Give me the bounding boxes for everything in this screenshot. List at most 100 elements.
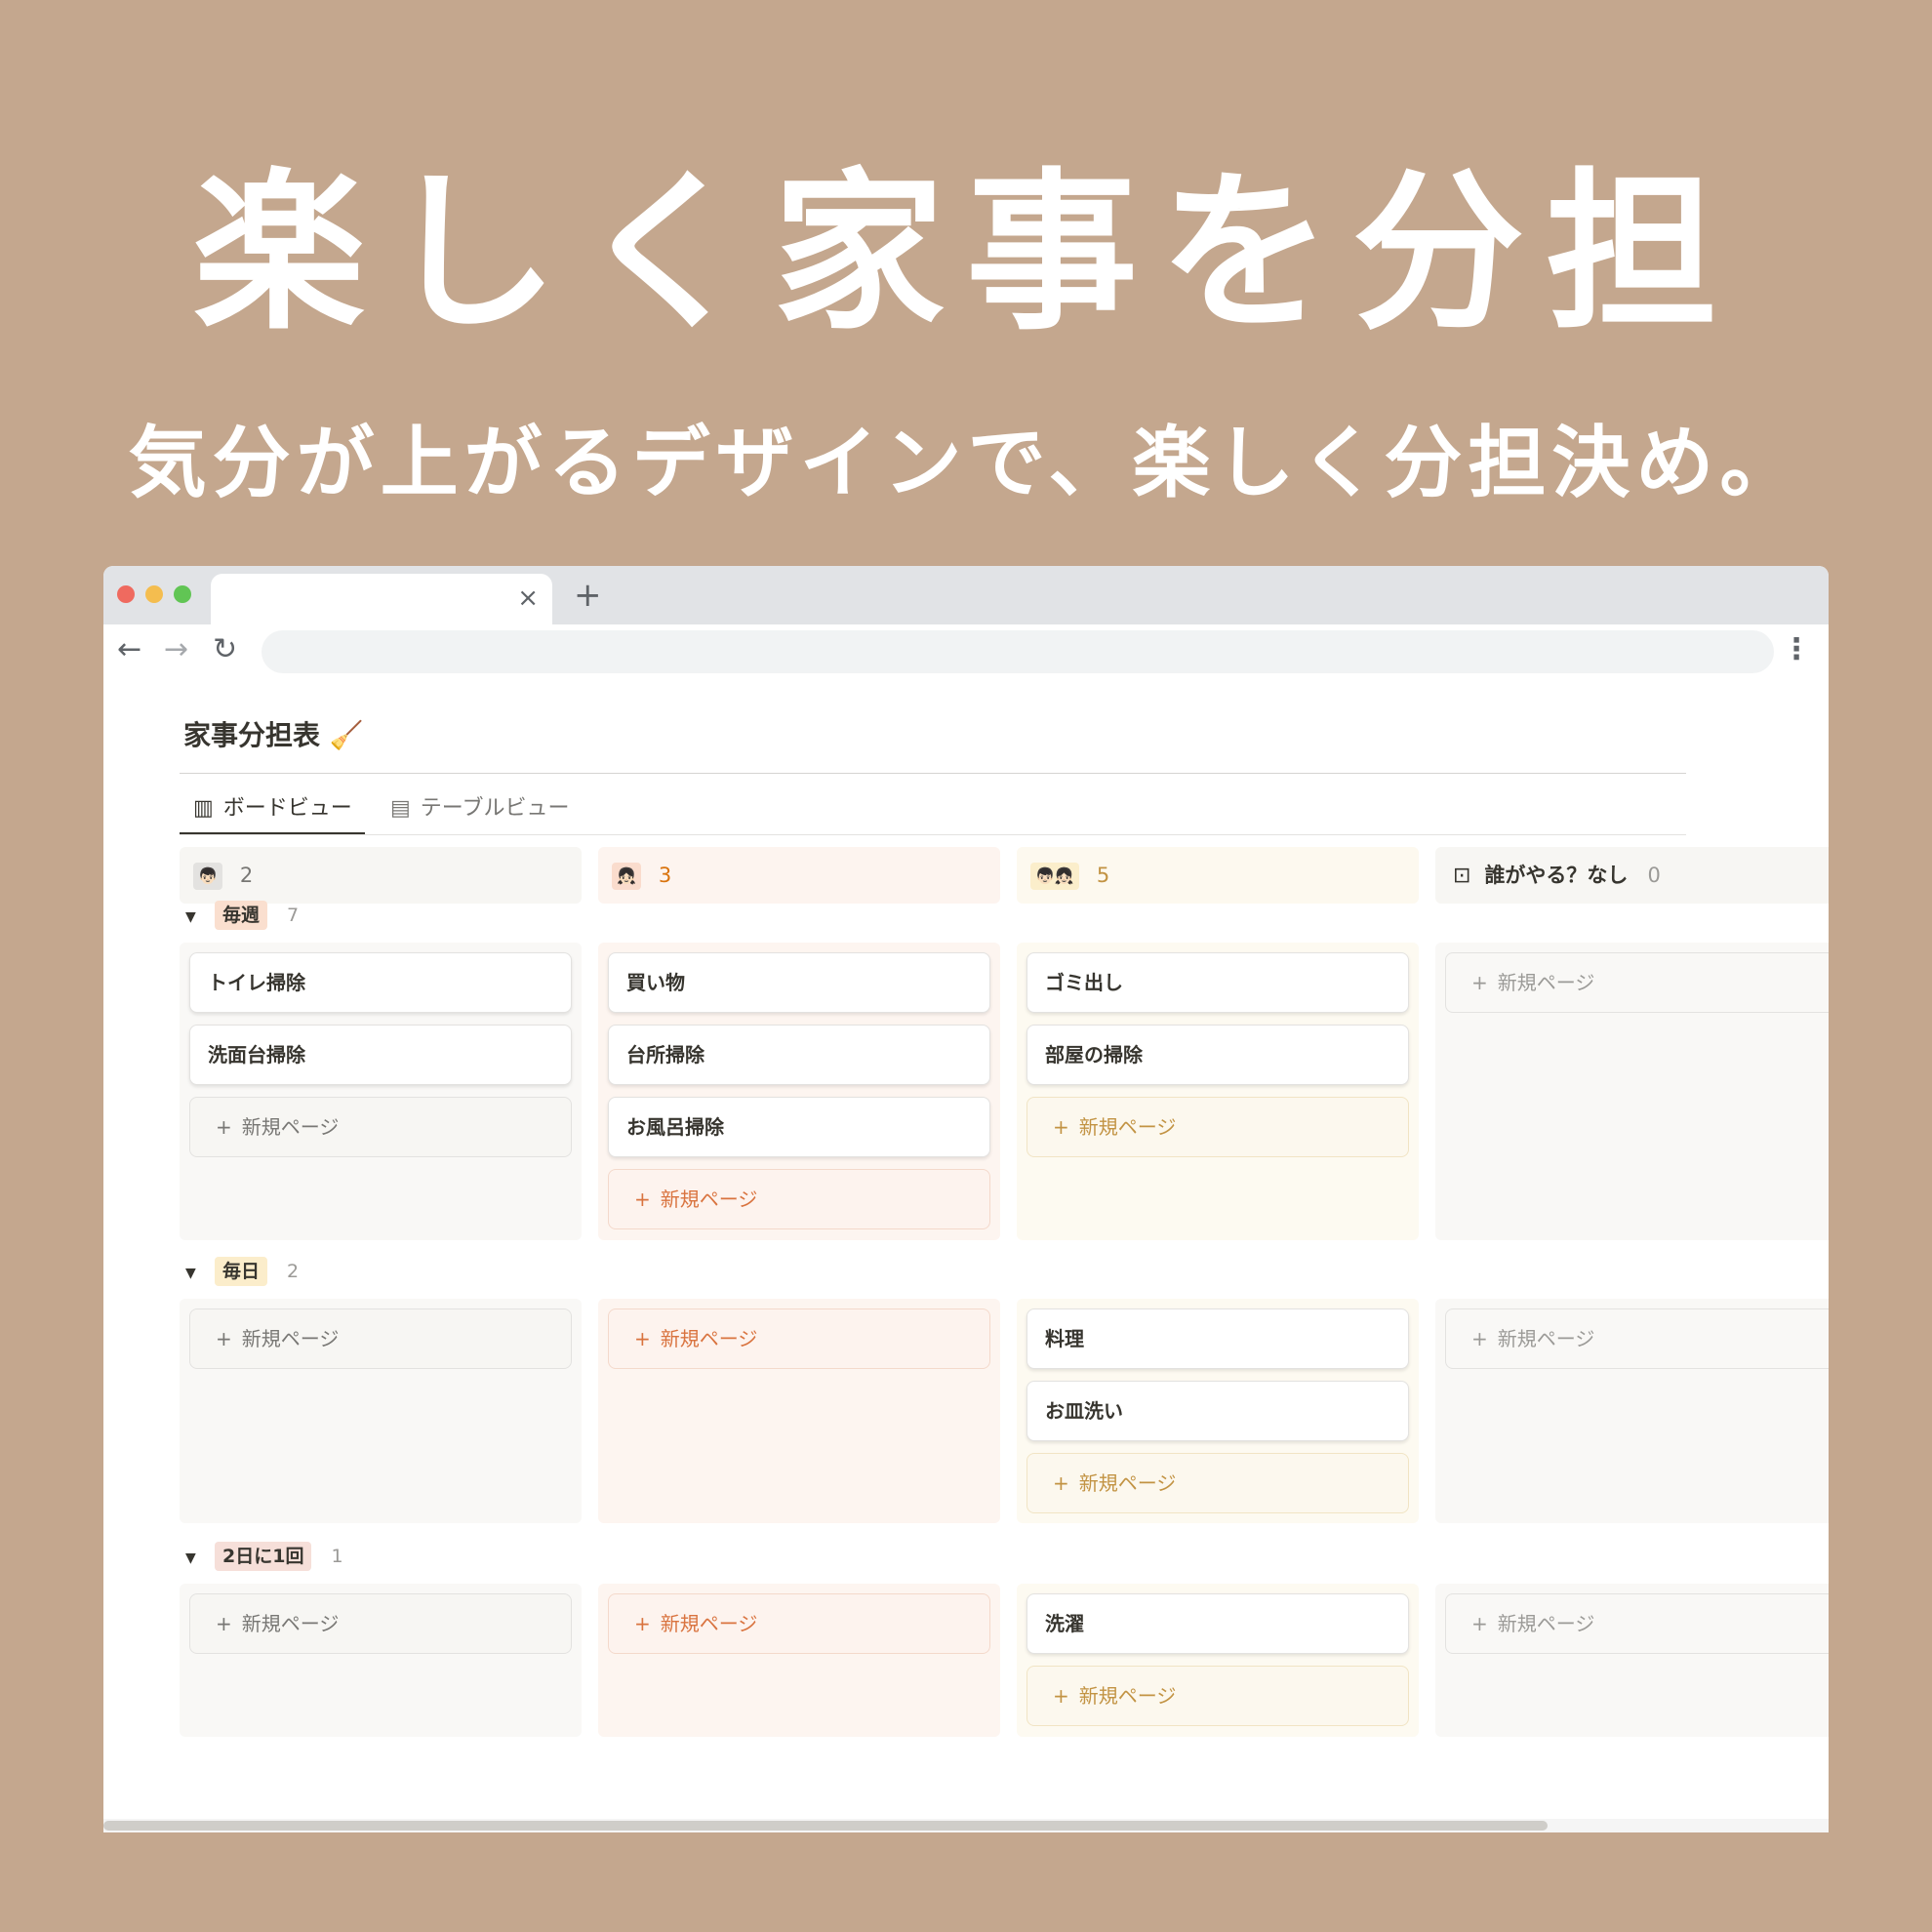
task-card[interactable]: ゴミ出し: [1026, 952, 1409, 1013]
title-divider: [180, 773, 1686, 774]
minimize-window-button[interactable]: [145, 585, 163, 603]
plus-icon: +: [1053, 1684, 1069, 1708]
task-card[interactable]: お皿洗い: [1026, 1381, 1409, 1441]
close-icon[interactable]: ×: [517, 584, 539, 613]
board-cell: 料理お皿洗い + 新規ページ: [1017, 1299, 1419, 1523]
new-page-label: 新規ページ: [241, 1115, 340, 1139]
back-arrow-icon[interactable]: ←: [117, 632, 141, 667]
browser-toolbar: ← → ↻ ⋮: [103, 624, 1829, 679]
tab-table-view[interactable]: ▤ テーブルビュー: [377, 783, 569, 835]
new-page-button[interactable]: + 新規ページ: [608, 1593, 990, 1654]
column-count: 3: [658, 864, 672, 887]
reload-icon[interactable]: ↻: [213, 632, 237, 667]
plus-icon: +: [634, 1187, 651, 1211]
new-page-button[interactable]: + 新規ページ: [608, 1169, 990, 1229]
page-title: 家事分担表 🧹: [183, 719, 364, 751]
column-count: 2: [239, 864, 254, 887]
new-page-button[interactable]: + 新規ページ: [189, 1097, 572, 1157]
promo-headline: 楽しく家事を分担: [192, 153, 1739, 353]
maximize-window-button[interactable]: [174, 585, 191, 603]
inbox-icon: ⊡: [1453, 864, 1471, 888]
plus-icon: +: [1053, 1115, 1069, 1139]
board-cell: トイレ掃除洗面台掃除 + 新規ページ: [180, 943, 582, 1240]
views-divider: [180, 834, 1686, 835]
column-header[interactable]: 👧🏻 3: [598, 847, 1000, 904]
page-content: 家事分担表 🧹 ▥ ボードビュー ▤ テーブルビュー 👦🏻 2 👧🏻 3 👦🏻👧🏻 5 ⊡ 誰がや…: [103, 679, 1829, 1832]
new-page-label: 新規ページ: [1497, 1612, 1595, 1635]
plus-icon: +: [1053, 1471, 1069, 1495]
new-page-label: 新規ページ: [1078, 1115, 1177, 1139]
task-card[interactable]: トイレ掃除: [189, 952, 572, 1013]
board-cell: + 新規ページ: [1435, 1584, 1829, 1737]
new-page-label: 新規ページ: [1078, 1684, 1177, 1708]
collapse-triangle-icon[interactable]: ▼: [185, 901, 205, 934]
new-page-button[interactable]: + 新規ページ: [1445, 952, 1829, 1013]
more-menu-icon[interactable]: ⋮: [1782, 632, 1811, 667]
plus-icon: +: [1471, 971, 1488, 994]
new-page-label: 新規ページ: [241, 1327, 340, 1350]
plus-icon: +: [216, 1115, 232, 1139]
promo-subline: 気分が上がるデザインで、楽しく分担決め。: [128, 418, 1804, 508]
scrollbar-thumb[interactable]: [103, 1821, 1548, 1831]
group-header[interactable]: ▼ 2日に1回 1: [185, 1539, 343, 1572]
tab-table-view-label: テーブルビュー: [420, 796, 570, 821]
forward-arrow-icon[interactable]: →: [164, 632, 188, 667]
task-card[interactable]: 台所掃除: [608, 1025, 990, 1085]
horizontal-scrollbar[interactable]: [103, 1819, 1829, 1832]
plus-icon: +: [1471, 1612, 1488, 1635]
column-header[interactable]: ⊡ 誰がやる？なし 0: [1435, 847, 1829, 904]
task-card[interactable]: お風呂掃除: [608, 1097, 990, 1157]
new-page-button[interactable]: + 新規ページ: [1026, 1453, 1409, 1513]
new-page-label: 新規ページ: [241, 1612, 340, 1635]
board-cell: + 新規ページ: [598, 1299, 1000, 1523]
board-cell: 洗濯 + 新規ページ: [1017, 1584, 1419, 1737]
plus-icon: +: [634, 1612, 651, 1635]
column-count: 0: [1647, 864, 1661, 887]
task-card[interactable]: 料理: [1026, 1308, 1409, 1369]
task-card[interactable]: 洗面台掃除: [189, 1025, 572, 1085]
column-label: 誰がやる？なし: [1484, 864, 1629, 887]
new-page-button[interactable]: + 新規ページ: [1026, 1097, 1409, 1157]
group-count: 7: [287, 905, 300, 926]
board-cell: + 新規ページ: [598, 1584, 1000, 1737]
avatar: 👧🏻: [612, 863, 641, 890]
column-header[interactable]: 👦🏻 2: [180, 847, 582, 904]
board-cell: + 新規ページ: [180, 1584, 582, 1737]
board-cell: + 新規ページ: [180, 1299, 582, 1523]
new-page-label: 新規ページ: [660, 1327, 758, 1350]
plus-icon: +: [216, 1612, 232, 1635]
table-icon: ▤: [390, 796, 411, 821]
new-page-label: 新規ページ: [660, 1612, 758, 1635]
new-page-button[interactable]: + 新規ページ: [1026, 1666, 1409, 1726]
tab-board-view[interactable]: ▥ ボードビュー: [180, 783, 365, 835]
collapse-triangle-icon[interactable]: ▼: [185, 1257, 205, 1290]
new-page-button[interactable]: + 新規ページ: [189, 1593, 572, 1654]
browser-tab[interactable]: ×: [211, 574, 552, 624]
plus-icon: +: [216, 1327, 232, 1350]
new-page-button[interactable]: + 新規ページ: [1445, 1308, 1829, 1369]
collapse-triangle-icon[interactable]: ▼: [185, 1542, 205, 1575]
board-cell: + 新規ページ: [1435, 943, 1829, 1240]
group-count: 2: [287, 1261, 300, 1282]
new-page-label: 新規ページ: [1497, 1327, 1595, 1350]
board-cell: + 新規ページ: [1435, 1299, 1829, 1523]
group-header[interactable]: ▼ 毎日 2: [185, 1254, 299, 1287]
new-page-button[interactable]: + 新規ページ: [189, 1308, 572, 1369]
task-card[interactable]: 洗濯: [1026, 1593, 1409, 1654]
address-bar[interactable]: [262, 630, 1774, 673]
new-tab-button[interactable]: +: [574, 578, 602, 613]
board-cell: 買い物台所掃除お風呂掃除 + 新規ページ: [598, 943, 1000, 1240]
browser-window: × + ← → ↻ ⋮ 家事分担表 🧹 ▥ ボードビュー ▤ テーブルビュー 👦🏻 2…: [103, 566, 1829, 1832]
new-page-label: 新規ページ: [1497, 971, 1595, 994]
new-page-button[interactable]: + 新規ページ: [1445, 1593, 1829, 1654]
column-header[interactable]: 👦🏻👧🏻 5: [1017, 847, 1419, 904]
group-label: 毎週: [215, 901, 268, 930]
close-window-button[interactable]: [117, 585, 135, 603]
group-label: 毎日: [215, 1257, 268, 1286]
group-count: 1: [331, 1546, 343, 1567]
task-card[interactable]: 部屋の掃除: [1026, 1025, 1409, 1085]
task-card[interactable]: 買い物: [608, 952, 990, 1013]
avatar: 👦🏻: [193, 863, 222, 890]
group-header[interactable]: ▼ 毎週 7: [185, 898, 299, 931]
new-page-button[interactable]: + 新規ページ: [608, 1308, 990, 1369]
